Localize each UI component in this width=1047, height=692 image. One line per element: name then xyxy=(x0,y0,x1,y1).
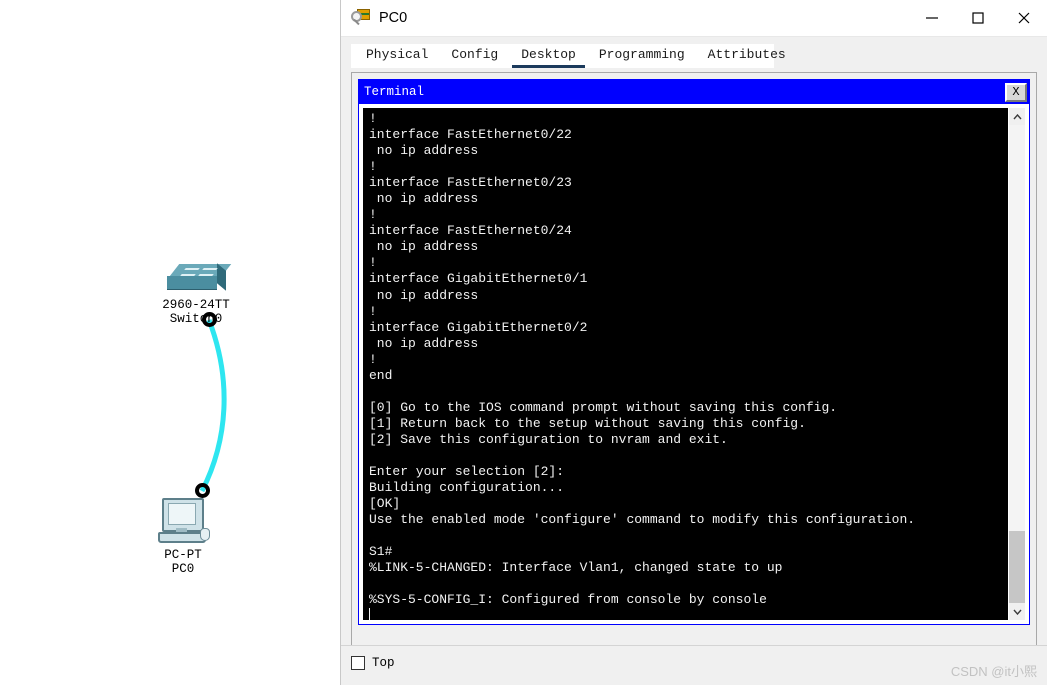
terminal-line: Building configuration... xyxy=(369,480,565,496)
close-button[interactable] xyxy=(1001,0,1047,36)
terminal-title: Terminal xyxy=(364,85,425,99)
chevron-down-icon xyxy=(1012,609,1022,615)
desktop-content-panel: Terminal X ! interface FastEthernet0/22 n… xyxy=(351,72,1037,655)
terminal-line: interface GigabitEthernet0/2 xyxy=(369,319,588,335)
terminal-line: end xyxy=(369,367,393,383)
terminal-body: ! interface FastEthernet0/22 no ip addres… xyxy=(359,104,1029,624)
pc-icon xyxy=(156,498,210,546)
packet-tracer-icon xyxy=(351,8,371,28)
terminal-cursor xyxy=(369,608,370,620)
tabstrip: Physical Config Desktop Programming Attr… xyxy=(351,44,786,68)
terminal-line: %LINK-5-CHANGED: Interface Vlan1, change… xyxy=(369,560,783,576)
top-checkbox-group[interactable]: Top xyxy=(351,655,395,670)
terminal-line: Use the enabled mode 'configure' command… xyxy=(369,512,916,528)
minimize-icon xyxy=(926,17,938,19)
terminal-line: [OK] xyxy=(369,496,401,512)
link-cable-switch-to-pc xyxy=(199,319,227,493)
terminal-line: interface FastEthernet0/23 xyxy=(369,175,572,191)
scrollbar-track[interactable] xyxy=(1009,125,1025,603)
window-title: PC0 xyxy=(379,10,408,26)
minimize-button[interactable] xyxy=(909,0,955,36)
network-topology-canvas[interactable]: 2960-24TT Switch0 PC-PT PC0 xyxy=(0,0,340,692)
chevron-up-icon xyxy=(1012,113,1022,119)
device-node-switch[interactable]: 2960-24TT Switch0 xyxy=(148,262,244,326)
terminal-line: [2] Save this configuration to nvram and… xyxy=(369,431,728,447)
tab-attributes[interactable]: Attributes xyxy=(699,45,795,68)
terminal-cursor-line xyxy=(369,608,1008,620)
terminal-line: no ip address xyxy=(369,335,479,351)
terminal-line: ! xyxy=(369,111,377,126)
scroll-down-button[interactable] xyxy=(1009,603,1025,620)
terminal-close-button[interactable]: X xyxy=(1005,82,1027,102)
terminal-line: no ip address xyxy=(369,191,479,207)
cable-layer xyxy=(199,319,227,493)
terminal-line: Enter your selection [2]: xyxy=(369,464,565,480)
maximize-button[interactable] xyxy=(955,0,1001,36)
link-status-dot-pc xyxy=(195,483,210,498)
window-titlebar: PC0 xyxy=(341,0,1047,37)
window-title-group: PC0 xyxy=(341,8,407,28)
device-model-label: PC-PT xyxy=(164,548,202,562)
terminal-line: no ip address xyxy=(369,287,479,303)
tabstrip-container: Physical Config Desktop Programming Attr… xyxy=(341,37,1047,68)
tab-config[interactable]: Config xyxy=(442,45,507,68)
terminal-line: no ip address xyxy=(369,143,479,159)
terminal-line: ! xyxy=(369,351,377,367)
switch-icon xyxy=(165,262,232,296)
window-footer: Top CSDN @it小熙 xyxy=(341,645,1047,685)
terminal-line: ! xyxy=(369,159,377,175)
top-checkbox[interactable] xyxy=(351,655,365,670)
terminal-titlebar: Terminal X xyxy=(359,80,1029,104)
tab-desktop[interactable]: Desktop xyxy=(512,45,585,68)
terminal-line: interface FastEthernet0/24 xyxy=(369,223,572,239)
watermark: CSDN @it小熙 xyxy=(950,664,1037,679)
terminal-line: ! xyxy=(369,255,377,271)
terminal-scrollbar[interactable] xyxy=(1008,108,1025,620)
device-name-label: PC0 xyxy=(171,562,195,576)
close-icon xyxy=(1018,12,1030,24)
terminal-line: ! xyxy=(369,207,377,223)
terminal-line: [0] Go to the IOS command prompt without… xyxy=(369,399,838,415)
terminal-line: interface FastEthernet0/22 xyxy=(369,127,572,143)
terminal-line: interface GigabitEthernet0/1 xyxy=(369,271,588,287)
window-controls xyxy=(909,0,1047,36)
terminal-line: %SYS-5-CONFIG_I: Configured from console… xyxy=(369,592,767,608)
scroll-up-button[interactable] xyxy=(1009,108,1025,125)
tab-physical[interactable]: Physical xyxy=(357,45,437,68)
window-bottom-edge xyxy=(340,685,1047,692)
link-status-dot-switch xyxy=(202,312,217,327)
maximize-icon xyxy=(972,12,984,24)
terminal-line: S1# xyxy=(369,544,393,560)
terminal-window: Terminal X ! interface FastEthernet0/22 n… xyxy=(358,79,1030,625)
device-model-label: 2960-24TT xyxy=(162,298,230,312)
tab-programming[interactable]: Programming xyxy=(590,45,694,68)
scrollbar-thumb[interactable] xyxy=(1009,531,1025,603)
terminal-line: [1] Return back to the setup without sav… xyxy=(369,415,806,431)
terminal-output[interactable]: ! interface FastEthernet0/22 no ip addres… xyxy=(363,108,1008,620)
device-name-label: Switch0 xyxy=(169,312,223,326)
terminal-line: ! xyxy=(369,303,377,319)
top-checkbox-label: Top xyxy=(372,655,395,670)
terminal-line: no ip address xyxy=(369,239,479,255)
pc0-window: PC0 Physical Config Desktop Programming … xyxy=(340,0,1047,685)
device-node-pc[interactable]: PC-PT PC0 xyxy=(150,498,216,576)
